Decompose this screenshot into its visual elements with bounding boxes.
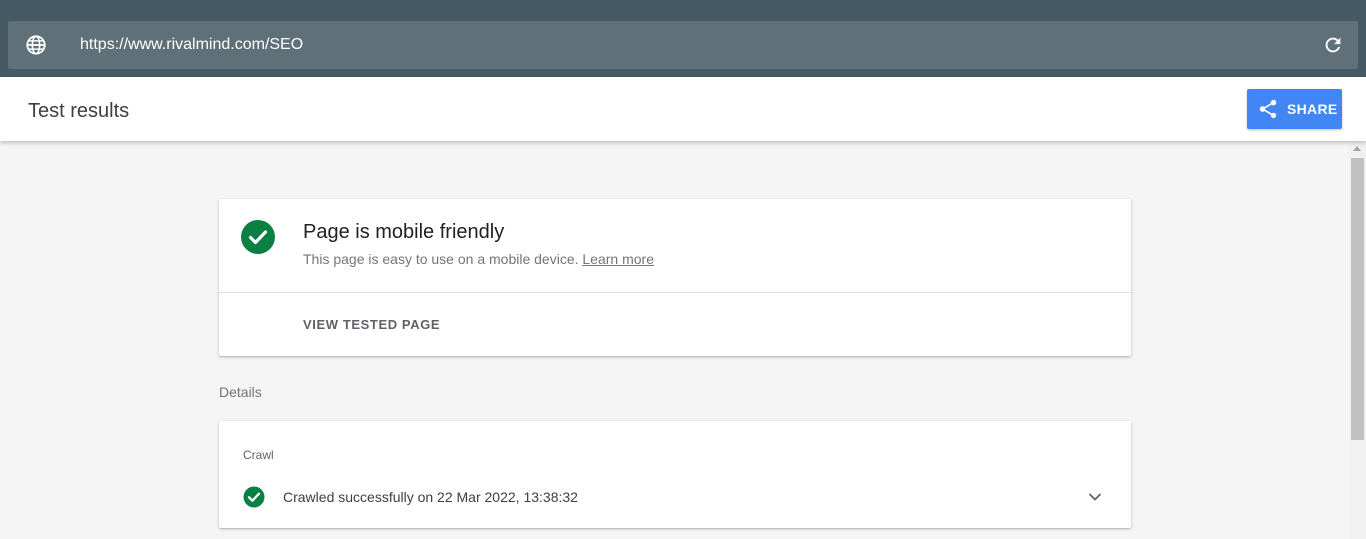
share-icon [1257, 98, 1279, 120]
share-label: SHARE [1287, 101, 1338, 117]
scrollbar-thumb[interactable] [1351, 158, 1364, 440]
result-card: Page is mobile friendly This page is eas… [219, 199, 1131, 356]
scroll-up-arrow-icon[interactable] [1353, 146, 1361, 151]
view-tested-page-button[interactable]: VIEW TESTED PAGE [303, 317, 440, 332]
crawl-status: Crawled successfully on 22 Mar 2022, 13:… [283, 489, 578, 505]
vertical-scrollbar[interactable] [1349, 141, 1366, 539]
details-heading: Details [219, 384, 262, 400]
crawl-card[interactable]: Crawl Crawled successfully on 22 Mar 202… [219, 421, 1131, 528]
page-header: Test results SHARE [0, 77, 1366, 141]
check-circle-icon [243, 486, 265, 508]
check-circle-icon [241, 220, 275, 254]
globe-icon [25, 34, 47, 56]
address-bar-container: https://www.rivalmind.com/SEO [0, 0, 1366, 77]
result-description: This page is easy to use on a mobile dev… [303, 250, 654, 268]
card-divider [219, 292, 1131, 293]
learn-more-link[interactable]: Learn more [582, 251, 654, 267]
share-button[interactable]: SHARE [1247, 89, 1342, 129]
page-title: Test results [28, 100, 130, 122]
url-text[interactable]: https://www.rivalmind.com/SEO [80, 35, 303, 55]
crawl-label: Crawl [243, 448, 274, 462]
chevron-down-icon[interactable] [1087, 489, 1103, 505]
result-title: Page is mobile friendly [303, 221, 505, 243]
result-description-text: This page is easy to use on a mobile dev… [303, 251, 579, 267]
reload-icon[interactable] [1322, 34, 1344, 56]
address-bar[interactable]: https://www.rivalmind.com/SEO [8, 21, 1358, 69]
